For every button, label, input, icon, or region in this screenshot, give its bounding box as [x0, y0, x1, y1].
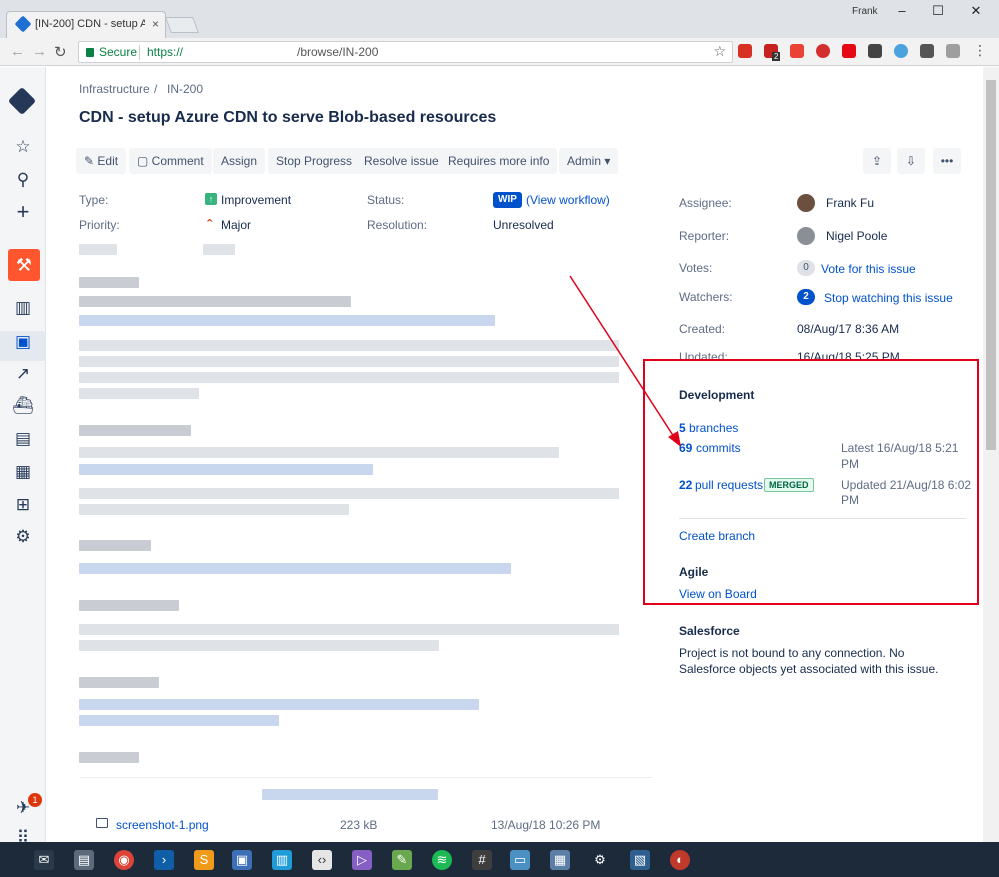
- sublime-icon[interactable]: S: [194, 850, 214, 870]
- annotation-arrow-line: [569, 275, 677, 441]
- slack-icon[interactable]: #: [472, 850, 492, 870]
- remote-desktop-icon[interactable]: ▣: [232, 850, 252, 870]
- notepad-icon[interactable]: ✎: [392, 850, 412, 870]
- azure-storage-icon[interactable]: ▥: [272, 850, 292, 870]
- annotation-arrow-head: [668, 431, 681, 447]
- app-icon[interactable]: ◐: [670, 850, 690, 870]
- chrome-icon[interactable]: ◉: [114, 850, 134, 870]
- powershell-icon[interactable]: ›: [154, 850, 174, 870]
- monitor-icon[interactable]: ▭: [510, 850, 530, 870]
- explorer-icon[interactable]: ▤: [74, 850, 94, 870]
- mail-icon[interactable]: ✉: [34, 850, 54, 870]
- server-icon[interactable]: ▦: [550, 850, 570, 870]
- code-editor-icon[interactable]: ‹›: [312, 850, 332, 870]
- database-icon[interactable]: ▧: [630, 850, 650, 870]
- visual-studio-icon[interactable]: ▷: [352, 850, 372, 870]
- settings-taskbar-icon[interactable]: ⚙: [590, 850, 610, 870]
- spotify-icon[interactable]: ≋: [432, 850, 452, 870]
- annotation-arrow: [569, 275, 681, 447]
- scrollbar-thumb[interactable]: [986, 80, 996, 450]
- windows-taskbar: [0, 842, 999, 877]
